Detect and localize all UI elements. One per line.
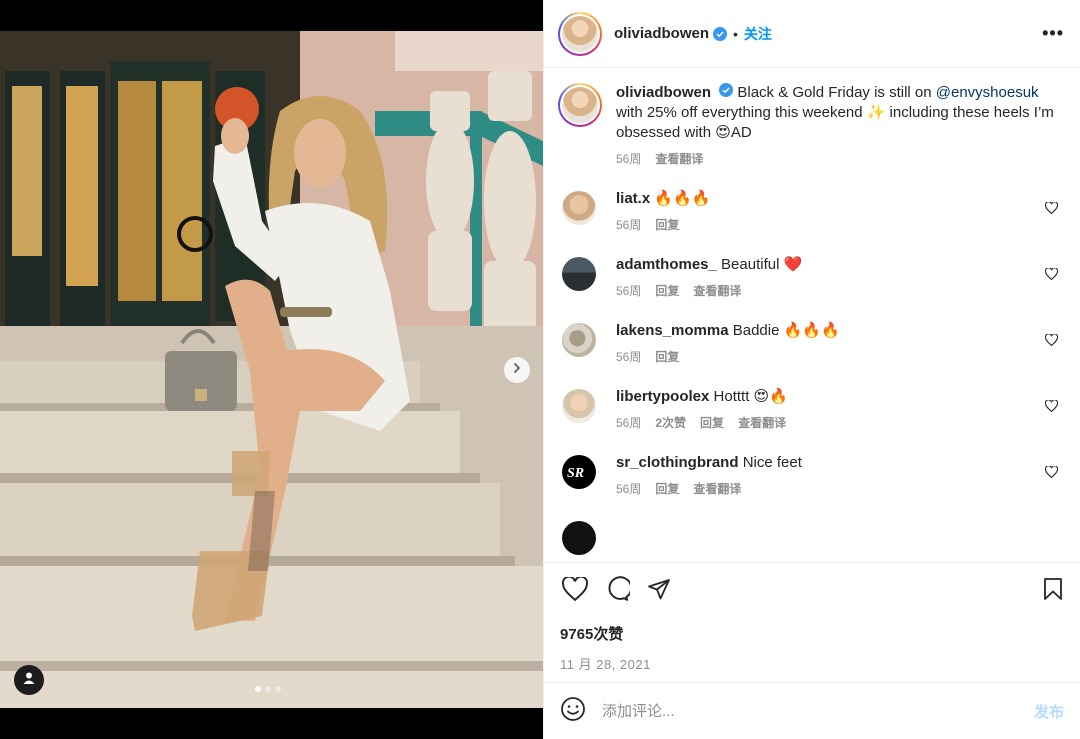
comments-list[interactable]: oliviadbowen Black & Gold Friday is stil…: [544, 69, 1080, 561]
post-dialog: oliviadbowen • 关注 ••• oliviadbowen Black…: [0, 0, 1080, 739]
commenter-avatar[interactable]: [562, 323, 596, 357]
post-photo[interactable]: [0, 31, 543, 708]
comment-time: 56周: [616, 416, 642, 430]
caption-mention-link[interactable]: @envyshoesuk: [936, 84, 1039, 101]
translate-link[interactable]: 查看翻译: [738, 413, 786, 433]
like-icon[interactable]: [561, 575, 589, 606]
comment-time: 56周: [616, 218, 642, 232]
comment-likes-count[interactable]: 2次赞: [655, 413, 686, 433]
comment-text: 🔥🔥🔥: [654, 190, 711, 207]
comment-time: 56周: [616, 350, 642, 364]
author-username[interactable]: oliviadbowen: [614, 25, 709, 42]
reply-link[interactable]: 回复: [655, 347, 679, 367]
author-avatar[interactable]: [558, 11, 602, 56]
sr-logo-icon: SR: [567, 466, 584, 481]
comment-item: [558, 519, 1064, 555]
comment-text: Baddie 🔥🔥🔥: [732, 322, 840, 339]
post-media: [0, 0, 543, 739]
carousel-dot: [275, 686, 281, 692]
post-comment-button[interactable]: 发布: [1034, 701, 1064, 722]
comment-username[interactable]: sr_clothingbrand: [616, 454, 739, 471]
caption-username[interactable]: oliviadbowen: [616, 84, 711, 101]
reply-link[interactable]: 回复: [655, 281, 679, 301]
save-icon[interactable]: [1042, 577, 1064, 606]
sr-logo-mark: SR: [567, 466, 584, 481]
share-icon[interactable]: [646, 577, 672, 606]
comment-item: lakens_momma Baddie 🔥🔥🔥 56周 回复: [558, 321, 1064, 367]
post-header: oliviadbowen • 关注 •••: [544, 0, 1080, 68]
post-date: 11 月 28, 2021: [560, 657, 651, 672]
caption-avatar[interactable]: [558, 83, 602, 127]
commenter-avatar[interactable]: [562, 521, 596, 555]
chevron-right-icon: [511, 361, 523, 379]
comment-icon[interactable]: [604, 575, 633, 607]
follow-button[interactable]: 关注: [744, 24, 772, 44]
comment-username[interactable]: libertypoolex: [616, 388, 709, 405]
reply-link[interactable]: 回复: [655, 479, 679, 499]
comment-item: adamthomes_ Beautiful ❤️ 56周 回复 查看翻译: [558, 255, 1064, 301]
post-actions: 9765次赞 11 月 28, 2021: [544, 562, 1080, 682]
post-caption: oliviadbowen Black & Gold Friday is stil…: [558, 83, 1064, 169]
post-details-panel: oliviadbowen • 关注 ••• oliviadbowen Black…: [543, 0, 1080, 739]
comment-like-icon[interactable]: [1044, 465, 1059, 483]
comment-composer: 发布: [544, 682, 1080, 739]
user-tags-button[interactable]: [14, 665, 44, 695]
comment-like-icon[interactable]: [1044, 399, 1059, 417]
emoji-icon[interactable]: [560, 696, 586, 727]
comment-item: libertypoolex Hotttt 😍🔥 56周 2次赞 回复 查看翻译: [558, 387, 1064, 433]
comment-text: Nice feet: [742, 454, 802, 471]
comment-input[interactable]: [602, 702, 1002, 720]
next-slide-button[interactable]: [504, 357, 530, 383]
comment-like-icon[interactable]: [1044, 201, 1059, 219]
caption-text-start: Black & Gold Friday is still on: [737, 84, 936, 101]
commenter-avatar[interactable]: [562, 257, 596, 291]
photo-illustration: [0, 31, 543, 708]
reply-link[interactable]: 回复: [700, 413, 724, 433]
comment-username[interactable]: lakens_momma: [616, 322, 729, 339]
caption-time: 56周: [616, 152, 642, 166]
comment-item: liat.x 🔥🔥🔥 56周 回复: [558, 189, 1064, 235]
header-separator: •: [733, 25, 738, 42]
commenter-avatar[interactable]: [562, 191, 596, 225]
translate-link[interactable]: 查看翻译: [693, 281, 741, 301]
carousel-dot: [265, 686, 271, 692]
comment-like-icon[interactable]: [1044, 267, 1059, 285]
comment-time: 56周: [616, 284, 642, 298]
comment-username[interactable]: liat.x: [616, 190, 650, 207]
verified-badge-icon: [713, 26, 728, 41]
reply-link[interactable]: 回复: [655, 215, 679, 235]
more-icon[interactable]: •••: [1042, 23, 1064, 44]
comment-item: SR sr_clothingbrand Nice feet 56周 回复 查看翻…: [558, 453, 1064, 499]
comment-time: 56周: [616, 482, 642, 496]
commenter-avatar[interactable]: SR: [562, 455, 596, 489]
verified-badge-icon: [719, 83, 734, 97]
translate-link[interactable]: 查看翻译: [693, 479, 741, 499]
user-tag-icon: [22, 671, 36, 690]
carousel-dots: [255, 686, 281, 692]
comment-text: Beautiful ❤️: [721, 256, 803, 273]
carousel-dot: [255, 686, 261, 692]
comment-like-icon[interactable]: [1044, 333, 1059, 351]
caption-translate-link[interactable]: 查看翻译: [655, 149, 703, 169]
likes-count[interactable]: 9765次赞: [560, 623, 1064, 644]
caption-text-end: with 25% off everything this weekend ✨ i…: [616, 104, 1054, 141]
comment-username[interactable]: adamthomes_: [616, 256, 717, 273]
comment-text: Hotttt 😍🔥: [713, 388, 788, 405]
commenter-avatar[interactable]: [562, 389, 596, 423]
